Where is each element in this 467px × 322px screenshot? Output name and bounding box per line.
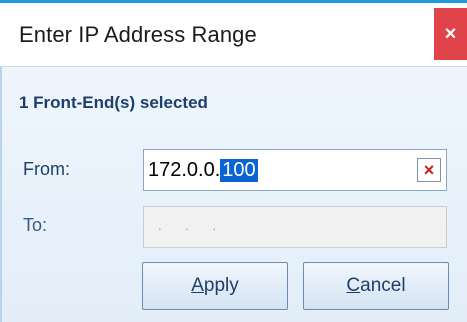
title-accent-line	[0, 0, 467, 3]
dialog-title: Enter IP Address Range	[19, 22, 257, 47]
to-ip-field[interactable]: . . .	[143, 206, 447, 248]
cancel-label: ancel	[360, 275, 406, 296]
from-label: From:	[23, 159, 70, 179]
clear-icon: ×	[423, 159, 435, 180]
cancel-button[interactable]: Cancel	[303, 262, 449, 310]
from-ip-field[interactable]: 172.0.0. 100 ×	[143, 149, 447, 191]
apply-mnemonic: A	[191, 275, 204, 296]
to-ip-placeholder-dots: . . .	[158, 218, 227, 233]
selection-summary: 1 Front-End(s) selected	[19, 93, 208, 112]
from-ip-prefix: 172.0.0.	[148, 159, 221, 181]
close-icon: ×	[444, 22, 457, 45]
clear-from-button[interactable]: ×	[417, 158, 441, 182]
apply-button[interactable]: Apply	[142, 262, 288, 310]
from-ip-selected-octet: 100	[220, 159, 258, 182]
cancel-mnemonic: C	[346, 275, 361, 296]
to-label: To:	[23, 215, 48, 235]
title-bar: Enter IP Address Range ×	[0, 0, 467, 67]
close-button[interactable]: ×	[434, 8, 467, 60]
apply-label: pply	[203, 275, 239, 296]
from-ip-value[interactable]: 172.0.0. 100	[148, 159, 258, 182]
